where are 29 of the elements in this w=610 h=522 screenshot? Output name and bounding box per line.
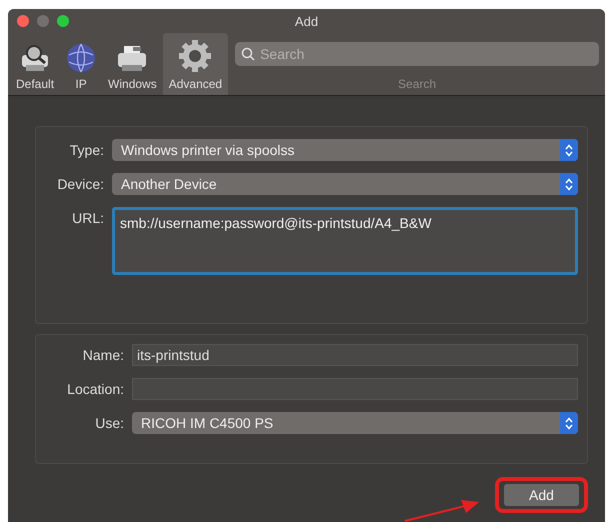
toolbar-tab[interactable]: Windows <box>102 33 163 95</box>
search-label: Search <box>397 77 438 91</box>
field-label: Device: <box>56 175 104 192</box>
input-field[interactable] <box>132 378 578 400</box>
search-field[interactable]: Search <box>235 42 599 66</box>
minimize-button[interactable] <box>37 15 49 27</box>
field-label: Location: <box>66 380 124 397</box>
zoom-button[interactable] <box>57 15 69 27</box>
stepper-icon <box>565 144 573 156</box>
gear-icon <box>178 39 212 73</box>
toolbar-tab[interactable]: Default <box>8 33 60 95</box>
field-label: Use: <box>94 414 124 431</box>
url-field[interactable]: smb://username:password@its-printstud/A4_B&W <box>112 207 578 275</box>
stepper-icon <box>565 178 573 190</box>
popup-menu[interactable]: RICOH IM C4500 PS <box>132 412 578 434</box>
popup-menu[interactable]: Another Device <box>112 173 578 195</box>
stepper-icon <box>565 416 573 430</box>
window-title: Add <box>294 14 318 28</box>
add-button[interactable]: Add <box>504 484 579 506</box>
input-field[interactable]: its-printstud <box>132 344 578 366</box>
field-label: Type: <box>68 141 104 158</box>
globe-icon <box>66 43 96 73</box>
close-button[interactable] <box>17 15 29 27</box>
field-label: Name: <box>82 346 124 363</box>
toolbar-tab[interactable]: IP <box>60 33 102 95</box>
field-label: URL: <box>71 209 104 226</box>
toolbar-tab[interactable]: Advanced <box>162 33 228 95</box>
search-icon <box>241 47 256 61</box>
popup-menu[interactable]: Windows printer via spoolss <box>112 139 578 161</box>
